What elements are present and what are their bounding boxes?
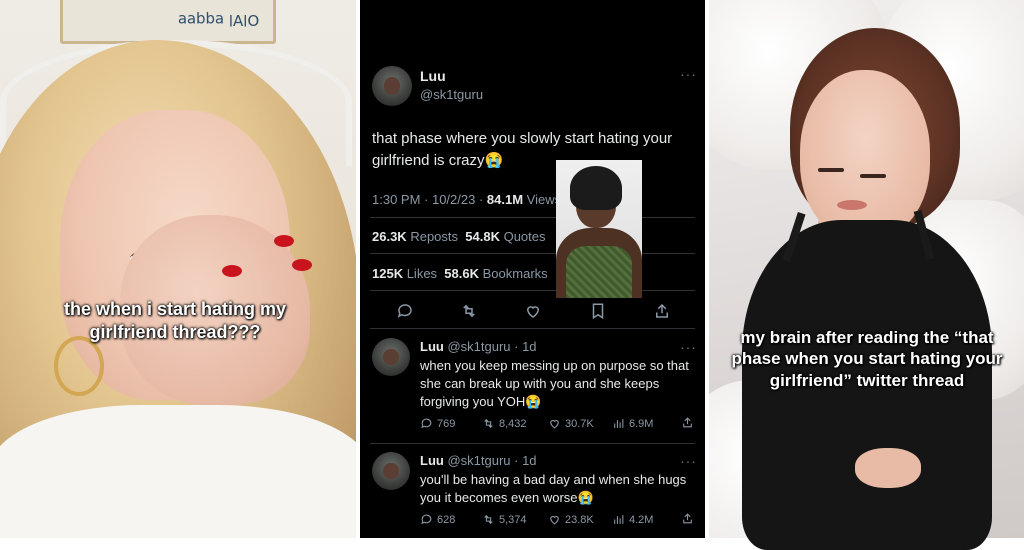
heart-icon[interactable]: [524, 302, 542, 320]
reply-author-handle[interactable]: @sk1tguru · 1d: [447, 339, 536, 354]
lips: [837, 200, 867, 210]
comment-icon: [421, 418, 432, 429]
reply-repost-count: 5,374: [499, 513, 527, 526]
tweet-author-handle[interactable]: @sk1tguru: [420, 87, 483, 102]
bookmarks-count[interactable]: 58.6K: [444, 266, 479, 281]
reply-repost-count: 8,432: [499, 417, 527, 430]
more-options-icon[interactable]: ···: [680, 453, 697, 469]
reply-like-count: 30.7K: [565, 417, 594, 430]
bar-chart-icon: [614, 419, 624, 428]
bar-chart-icon: [614, 515, 624, 524]
divider: [370, 443, 695, 444]
reaction-photo-top: [566, 246, 632, 298]
white-sweater: [0, 405, 356, 538]
girl-face: [800, 70, 930, 240]
reply-views-stat[interactable]: 6.9M: [612, 417, 653, 430]
loudly-crying-emoji: 😭: [484, 151, 504, 169]
closed-eye: [818, 168, 844, 172]
reply-views-count: 4.2M: [629, 513, 654, 526]
reaction-photo-hair: [570, 166, 622, 210]
share-icon[interactable]: [653, 302, 671, 320]
reaction-photo: [556, 160, 642, 298]
divider: [370, 328, 695, 329]
reply-like-stat[interactable]: 23.8K: [548, 513, 594, 526]
reply-body: when you keep messing up on purpose so t…: [420, 358, 689, 410]
reply-header: Luu @sk1tguru · 1d: [420, 453, 537, 468]
reply-comment-count: 769: [437, 417, 456, 430]
likes-label[interactable]: Likes: [407, 266, 437, 281]
heart-icon: [550, 420, 559, 429]
right-caption: my brain after reading the “that phase w…: [731, 328, 1003, 390]
left-photo-panel: Ol∀l ɐqqɐɐ the when i start hating my gi…: [0, 0, 356, 538]
divider: [370, 253, 695, 254]
reply-avatar[interactable]: [372, 338, 410, 376]
reposts-quotes-row: 26.3K Reposts 54.8K Quotes: [372, 229, 546, 244]
comment-icon: [421, 514, 432, 525]
red-nail: [274, 235, 294, 247]
quotes-count[interactable]: 54.8K: [465, 229, 500, 244]
bookmark-icon[interactable]: [589, 302, 607, 320]
likes-count[interactable]: 125K: [372, 266, 403, 281]
tweet-author-name[interactable]: Luu: [420, 68, 446, 84]
tweet-text: that phase where you slowly start hating…: [372, 128, 697, 172]
views-count: 84.1M: [486, 192, 524, 207]
repost-icon: [484, 514, 493, 525]
reply-body: you'll be having a bad day and when she …: [420, 472, 687, 506]
closed-eye: [860, 174, 886, 178]
reply-text: when you keep messing up on purpose so t…: [420, 357, 695, 412]
reply-comment-count: 628: [437, 513, 456, 526]
divider: [370, 290, 695, 291]
reply-views-count: 6.9M: [629, 417, 654, 430]
resting-hand: [855, 448, 921, 488]
reply-views-stat[interactable]: 4.2M: [612, 513, 653, 526]
heart-icon: [550, 516, 559, 525]
loudly-crying-emoji: 😭: [577, 490, 594, 506]
tweet-avatar[interactable]: [372, 66, 412, 106]
more-options-icon[interactable]: ···: [680, 66, 697, 82]
reply-author-name[interactable]: Luu: [420, 339, 444, 354]
share-icon[interactable]: [681, 416, 694, 429]
reply-like-count: 23.8K: [565, 513, 594, 526]
share-icon[interactable]: [681, 512, 694, 525]
hoop-earring: [54, 336, 104, 396]
red-nail: [222, 265, 242, 277]
reply-comment-stat[interactable]: 628: [420, 513, 455, 526]
wall-sign-text: Ol∀l ɐqqɐɐ: [177, 11, 259, 29]
bookmarks-label[interactable]: Bookmarks: [483, 266, 548, 281]
likes-bookmarks-row: 125K Likes 58.6K Bookmarks: [372, 266, 548, 281]
reply-comment-stat[interactable]: 769: [420, 417, 455, 430]
reply-repost-stat[interactable]: 5,374: [482, 513, 527, 526]
reply-like-stat[interactable]: 30.7K: [548, 417, 594, 430]
loudly-crying-emoji: 😭: [525, 394, 542, 410]
reposts-label[interactable]: Reposts: [410, 229, 458, 244]
reply-avatar[interactable]: [372, 452, 410, 490]
red-nail: [292, 259, 312, 271]
reposts-count[interactable]: 26.3K: [372, 229, 407, 244]
wall-sign: Ol∀l ɐqqɐɐ: [60, 0, 276, 44]
repost-icon: [484, 418, 493, 429]
tweet-timestamp[interactable]: 1:30 PM · 10/2/23 ·: [372, 192, 483, 207]
reply-text: you'll be having a bad day and when she …: [420, 471, 695, 507]
comment-icon[interactable]: [396, 302, 414, 320]
repost-icon[interactable]: [460, 302, 478, 320]
quotes-label[interactable]: Quotes: [504, 229, 546, 244]
reply-author-name[interactable]: Luu: [420, 453, 444, 468]
more-options-icon[interactable]: ···: [680, 339, 697, 355]
left-caption: the when i start hating my girlfriend th…: [63, 299, 287, 342]
reply-author-handle[interactable]: @sk1tguru · 1d: [447, 453, 536, 468]
reply-header: Luu @sk1tguru · 1d: [420, 339, 537, 354]
tweet-meta: 1:30 PM · 10/2/23 · 84.1M Views: [372, 192, 561, 207]
divider: [370, 217, 695, 218]
reply-repost-stat[interactable]: 8,432: [482, 417, 527, 430]
